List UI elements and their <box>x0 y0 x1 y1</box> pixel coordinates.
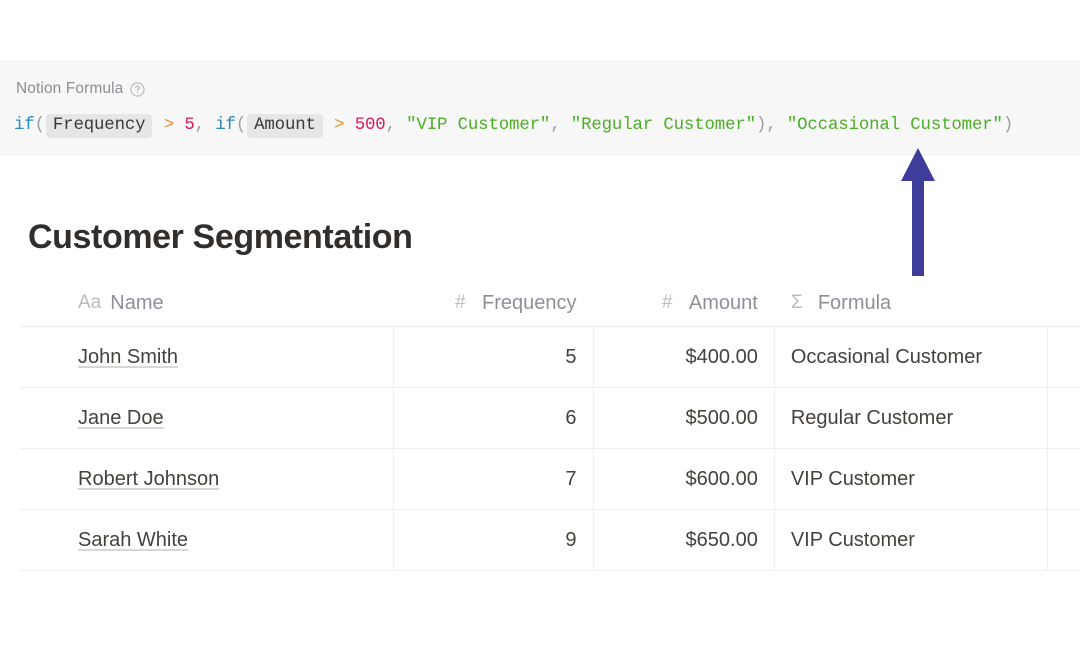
formula-token-op2: > <box>334 116 344 135</box>
text-type-icon: Aa <box>78 292 101 314</box>
formula-token-property-amount: Amount <box>247 114 323 138</box>
formula-token-comma3: , <box>550 116 560 135</box>
column-header-formula[interactable]: Σ Formula <box>774 280 1047 326</box>
formula-token-op1: > <box>164 116 174 135</box>
formula-code-panel: Notion Formula if(Frequency > 5, if(Amou… <box>0 60 1080 156</box>
number-type-icon: # <box>662 292 680 314</box>
formula-panel-label: Notion Formula <box>16 80 145 98</box>
column-header-name[interactable]: Aa Name <box>20 280 393 326</box>
formula-token-num1: 5 <box>184 116 194 135</box>
cell-name[interactable]: Sarah White <box>20 510 393 570</box>
cell-frequency[interactable]: 6 <box>393 388 593 448</box>
row-title-link[interactable]: Jane Doe <box>78 407 164 430</box>
cell-formula[interactable]: VIP Customer <box>774 449 1047 509</box>
column-header-formula-label: Formula <box>818 292 891 315</box>
formula-token-paren1: ( <box>35 116 45 135</box>
cell-frequency[interactable]: 5 <box>393 327 593 387</box>
cell-name[interactable]: Jane Doe <box>20 388 393 448</box>
customer-segmentation-table: Aa Name # Frequency # Amount Σ Formula J… <box>20 280 1080 571</box>
row-title-link[interactable]: John Smith <box>78 346 178 369</box>
cell-formula[interactable]: Regular Customer <box>774 388 1047 448</box>
formula-token-string-regular: "Regular Customer" <box>571 116 756 135</box>
formula-token-paren2: ( <box>236 116 246 135</box>
row-title-link[interactable]: Robert Johnson <box>78 468 219 491</box>
cell-amount[interactable]: $600.00 <box>593 449 774 509</box>
number-type-icon: # <box>455 292 473 314</box>
column-header-frequency[interactable]: # Frequency <box>393 280 593 326</box>
page-title: Customer Segmentation <box>28 218 413 257</box>
cell-trailing <box>1047 388 1080 448</box>
column-header-amount-label: Amount <box>689 292 758 315</box>
cell-amount[interactable]: $650.00 <box>593 510 774 570</box>
table-row[interactable]: Jane Doe 6 $500.00 Regular Customer <box>20 388 1080 449</box>
cell-name[interactable]: Robert Johnson <box>20 449 393 509</box>
formula-token-comma1: , <box>195 116 205 135</box>
formula-token-close2: ) <box>1003 116 1013 135</box>
formula-token-comma2: , <box>386 116 396 135</box>
formula-token-property-frequency: Frequency <box>46 114 153 138</box>
cell-trailing <box>1047 510 1080 570</box>
cell-frequency[interactable]: 9 <box>393 510 593 570</box>
up-arrow-annotation <box>898 148 938 278</box>
cell-formula[interactable]: Occasional Customer <box>774 327 1047 387</box>
formula-expression[interactable]: if(Frequency > 5, if(Amount > 500, "VIP … <box>14 116 1013 135</box>
table-row[interactable]: Robert Johnson 7 $600.00 VIP Customer <box>20 449 1080 510</box>
column-header-amount[interactable]: # Amount <box>593 280 774 326</box>
formula-token-close1: ), <box>756 116 777 135</box>
formula-token-if2: if <box>215 116 236 135</box>
formula-type-icon: Σ <box>791 292 809 314</box>
column-header-frequency-label: Frequency <box>482 292 577 315</box>
cell-amount[interactable]: $400.00 <box>593 327 774 387</box>
help-circle-icon[interactable] <box>130 82 145 97</box>
formula-token-num2: 500 <box>355 116 386 135</box>
column-header-add[interactable] <box>1047 280 1080 326</box>
cell-trailing <box>1047 327 1080 387</box>
formula-token-string-occasional: "Occasional Customer" <box>787 116 1003 135</box>
table-header-row: Aa Name # Frequency # Amount Σ Formula <box>20 280 1080 327</box>
column-header-name-label: Name <box>110 292 163 315</box>
formula-token-if1: if <box>14 116 35 135</box>
cell-formula[interactable]: VIP Customer <box>774 510 1047 570</box>
formula-token-string-vip: "VIP Customer" <box>406 116 550 135</box>
cell-trailing <box>1047 449 1080 509</box>
cell-name[interactable]: John Smith <box>20 327 393 387</box>
row-title-link[interactable]: Sarah White <box>78 529 188 552</box>
cell-amount[interactable]: $500.00 <box>593 388 774 448</box>
table-row[interactable]: Sarah White 9 $650.00 VIP Customer <box>20 510 1080 571</box>
cell-frequency[interactable]: 7 <box>393 449 593 509</box>
table-row[interactable]: John Smith 5 $400.00 Occasional Customer <box>20 327 1080 388</box>
formula-panel-label-text: Notion Formula <box>16 80 123 98</box>
